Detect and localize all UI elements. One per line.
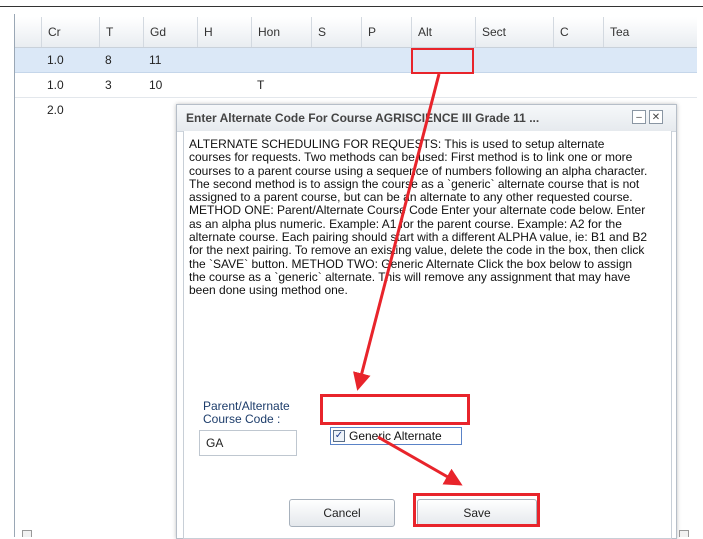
save-button-highlight	[413, 493, 540, 527]
generic-alternate-checkbox-row[interactable]: ✓ Generic Alternate	[330, 427, 462, 445]
alt-cell-highlight	[411, 48, 474, 74]
cell-cr: 1.0	[47, 78, 64, 92]
cell-alt[interactable]	[411, 73, 475, 97]
minimize-icon[interactable]: –	[632, 110, 646, 124]
cancel-button[interactable]: Cancel	[289, 499, 395, 527]
generic-alternate-highlight	[320, 394, 470, 425]
dialog-titlebar[interactable]: Enter Alternate Code For Course AGRISCIE…	[177, 105, 676, 132]
scroll-right-arrow[interactable]	[679, 530, 689, 537]
dialog-description: ALTERNATE SCHEDULING FOR REQUESTS: This …	[189, 137, 648, 298]
parent-alternate-code-input[interactable]	[199, 430, 297, 456]
cell-hon	[251, 48, 257, 72]
column-header-tea[interactable]: Tea	[603, 17, 697, 47]
dialog-title: Enter Alternate Code For Course AGRISCIE…	[186, 111, 540, 125]
parent-alternate-code-label: Parent/Alternate Course Code :	[203, 399, 290, 426]
grid-header: Cr T Gd H Hon S P Alt Sect C Tea	[15, 17, 697, 48]
table-row[interactable]: 1.0 8 11	[15, 48, 697, 73]
generic-alternate-label[interactable]: Generic Alternate	[349, 428, 442, 444]
cell-t: 3	[105, 78, 112, 92]
column-header-c[interactable]: C	[553, 17, 603, 47]
table-row[interactable]: 1.0 3 10 T	[15, 73, 697, 98]
dialog-body: ALTERNATE SCHEDULING FOR REQUESTS: This …	[183, 131, 672, 539]
column-header-h[interactable]: H	[197, 17, 251, 47]
cell-gd: 10	[149, 78, 163, 92]
column-header-alt[interactable]: Alt	[411, 17, 475, 47]
cell-hon: T	[257, 78, 265, 92]
cell-cr: 1.0	[47, 53, 64, 67]
column-header-hon[interactable]: Hon	[251, 17, 311, 47]
column-header-s[interactable]: S	[311, 17, 361, 47]
column-header-sect[interactable]: Sect	[475, 17, 553, 47]
top-divider	[0, 6, 703, 7]
alternate-code-dialog: Enter Alternate Code For Course AGRISCIE…	[176, 104, 677, 539]
cell-cr: 2.0	[47, 103, 64, 117]
column-header-p[interactable]: P	[361, 17, 411, 47]
close-icon[interactable]: ✕	[649, 110, 663, 124]
column-header-gd[interactable]: Gd	[143, 17, 197, 47]
generic-alternate-checkbox[interactable]: ✓	[333, 430, 345, 442]
cell-t: 8	[105, 53, 112, 67]
scroll-left-arrow[interactable]	[22, 530, 32, 537]
column-header-t[interactable]: T	[99, 17, 143, 47]
cell-gd: 11	[149, 53, 162, 67]
column-header-cr[interactable]: Cr	[41, 17, 99, 47]
